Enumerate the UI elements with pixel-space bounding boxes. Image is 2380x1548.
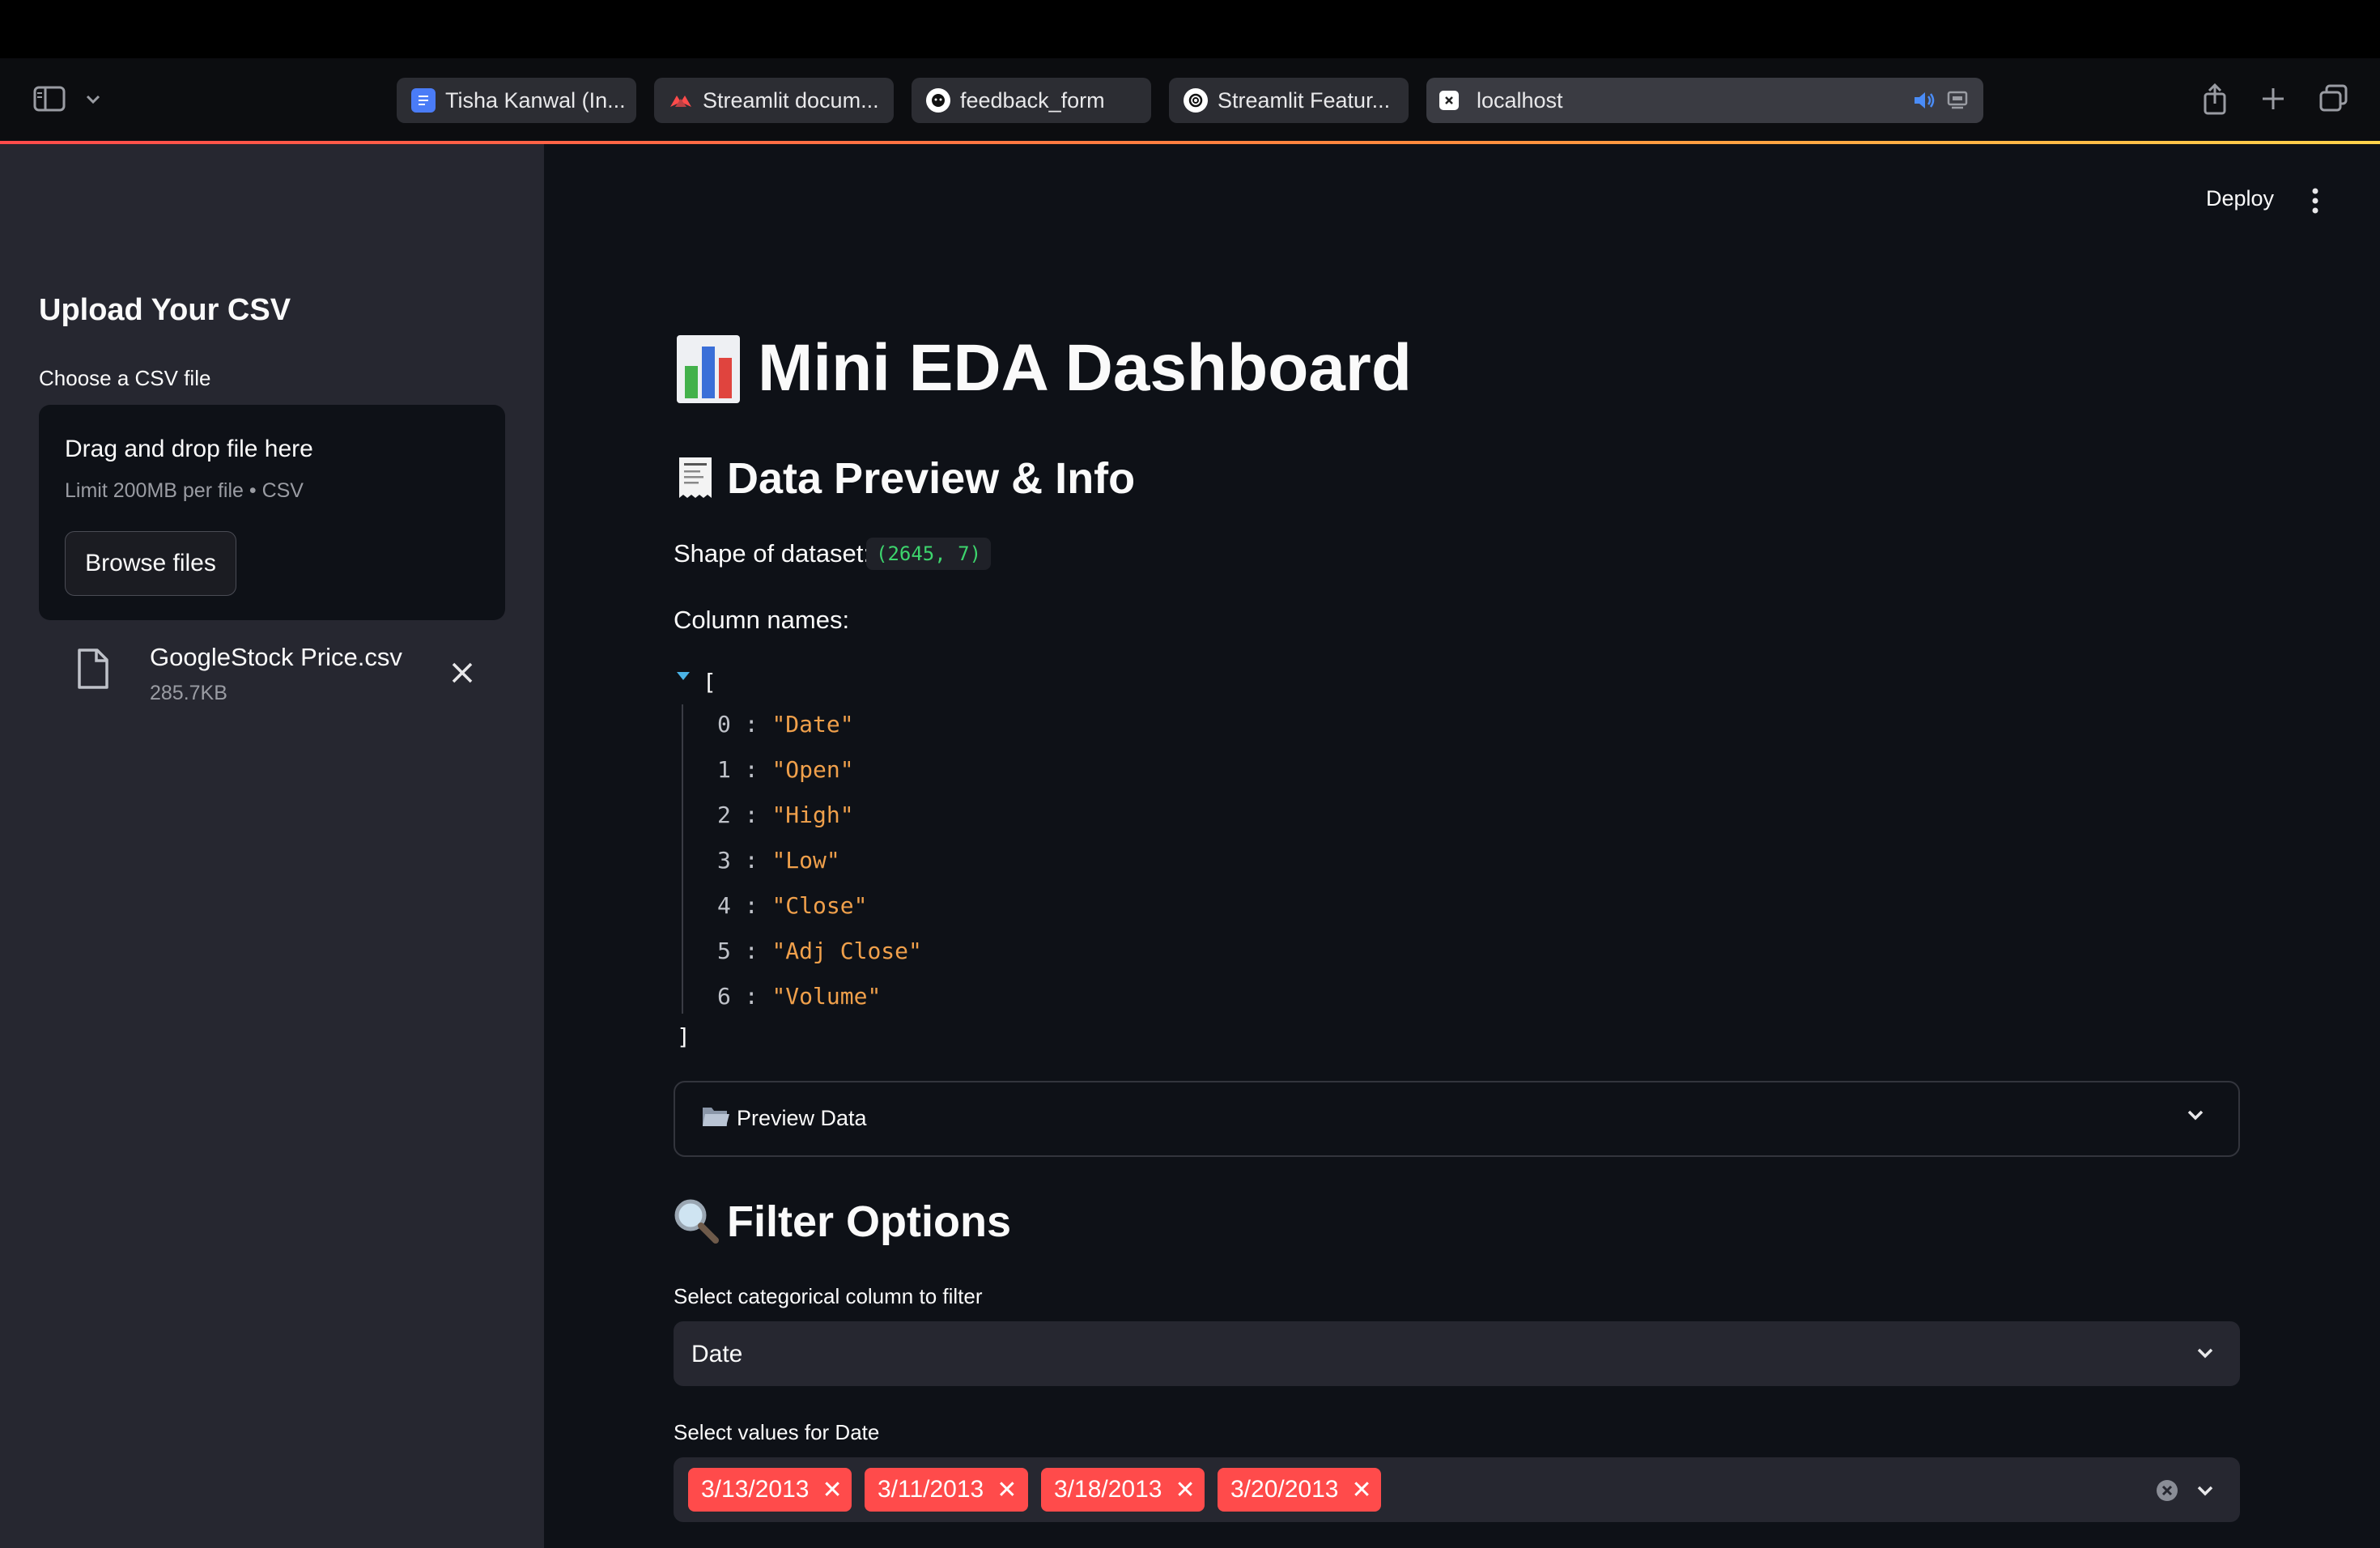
picture-in-picture-icon[interactable] bbox=[1946, 89, 1969, 117]
section-title-data-preview: Data Preview & Info bbox=[727, 454, 1136, 503]
tab-streamlit-docs[interactable]: Streamlit docum... bbox=[654, 78, 894, 123]
bar-chart-emoji-icon bbox=[675, 334, 742, 409]
preview-data-label: Preview Data bbox=[737, 1106, 867, 1130]
remove-chip-icon[interactable]: ✕ bbox=[822, 1476, 842, 1504]
browser-toolbar: Tisha Kanwal (In... Streamlit docum... f… bbox=[0, 58, 2380, 142]
sidebar bbox=[0, 144, 544, 1548]
json-row-1: 1 : "Open" bbox=[717, 756, 854, 783]
json-row-0: 0 : "Date" bbox=[717, 711, 854, 738]
clear-all-icon[interactable] bbox=[2155, 1478, 2179, 1507]
magnifier-emoji-icon bbox=[672, 1197, 720, 1249]
window-top-strip bbox=[0, 0, 2380, 58]
more-options-icon[interactable] bbox=[2309, 186, 2322, 219]
tab-label: feedback_form bbox=[960, 87, 1105, 113]
categorical-select-label: Select categorical column to filter bbox=[674, 1284, 983, 1308]
remove-file-icon[interactable] bbox=[450, 661, 474, 689]
selected-value-chip[interactable]: 3/18/2013 ✕ bbox=[1041, 1468, 1205, 1512]
tab-docs[interactable]: Tisha Kanwal (In... bbox=[397, 78, 636, 123]
json-row-2: 2 : "High" bbox=[717, 802, 854, 828]
share-icon[interactable] bbox=[2199, 81, 2231, 117]
remove-chip-icon[interactable]: ✕ bbox=[1351, 1476, 1371, 1504]
section-title-filter-options: Filter Options bbox=[727, 1197, 1011, 1246]
openai-icon bbox=[1184, 88, 1208, 113]
tab-feedback-form[interactable]: feedback_form bbox=[912, 78, 1151, 123]
tab-label: localhost bbox=[1477, 87, 1563, 113]
json-open-bracket: [ bbox=[703, 669, 716, 695]
uploaded-file-size: 285.7KB bbox=[150, 682, 227, 704]
json-guide-line bbox=[682, 704, 683, 1014]
chevron-down-icon[interactable] bbox=[2195, 1485, 2215, 1502]
file-icon bbox=[76, 648, 110, 694]
tab-overview-icon[interactable] bbox=[2317, 83, 2351, 115]
github-icon bbox=[926, 88, 950, 113]
json-row-6: 6 : "Volume" bbox=[717, 983, 882, 1010]
categorical-select-value: Date bbox=[691, 1341, 743, 1367]
close-box-icon bbox=[1439, 91, 1459, 110]
categorical-column-select[interactable] bbox=[674, 1321, 2240, 1386]
selected-value-chip[interactable]: 3/11/2013 ✕ bbox=[865, 1468, 1028, 1512]
json-close-bracket: ] bbox=[677, 1023, 691, 1050]
json-collapse-caret-icon[interactable] bbox=[675, 670, 691, 686]
selected-value-chip[interactable]: 3/13/2013 ✕ bbox=[688, 1468, 852, 1512]
chevron-down-icon[interactable] bbox=[2195, 1347, 2215, 1364]
tab-label: Tisha Kanwal (In... bbox=[445, 87, 626, 113]
new-tab-icon[interactable] bbox=[2257, 83, 2289, 115]
sidebar-toggle-icon[interactable] bbox=[31, 83, 68, 115]
uploaded-file-name: GoogleStock Price.csv bbox=[150, 643, 402, 671]
values-select-label: Select values for Date bbox=[674, 1420, 880, 1444]
json-row-4: 4 : "Close" bbox=[717, 892, 868, 919]
shape-value: (2645, 7) bbox=[866, 538, 992, 570]
receipt-emoji-icon bbox=[677, 455, 714, 504]
dropzone-limit: Limit 200MB per file • CSV bbox=[65, 479, 304, 502]
tab-label: Streamlit Featur... bbox=[1218, 87, 1391, 113]
remove-chip-icon[interactable]: ✕ bbox=[1175, 1476, 1195, 1504]
folder-emoji-icon bbox=[701, 1104, 730, 1133]
page-title: Mini EDA Dashboard bbox=[758, 331, 1412, 405]
remove-chip-icon[interactable]: ✕ bbox=[997, 1476, 1017, 1504]
docs-icon bbox=[411, 88, 436, 113]
speaker-icon[interactable] bbox=[1912, 89, 1936, 117]
dropzone-text: Drag and drop file here bbox=[65, 436, 313, 462]
tab-localhost[interactable]: localhost bbox=[1426, 78, 1983, 123]
uploader-label: Choose a CSV file bbox=[39, 366, 211, 390]
shape-label: Shape of dataset: bbox=[674, 539, 871, 568]
sidebar-title: Upload Your CSV bbox=[39, 293, 291, 327]
browse-files-button[interactable]: Browse files bbox=[65, 531, 236, 596]
json-row-5: 5 : "Adj Close" bbox=[717, 938, 922, 964]
deploy-button[interactable]: Deploy bbox=[2206, 186, 2274, 211]
json-row-3: 3 : "Low" bbox=[717, 847, 840, 874]
tab-label: Streamlit docum... bbox=[703, 87, 879, 113]
chevron-down-icon[interactable] bbox=[2186, 1109, 2205, 1126]
tab-streamlit-features[interactable]: Streamlit Featur... bbox=[1169, 78, 1409, 123]
preview-data-expander[interactable] bbox=[674, 1081, 2240, 1157]
chevron-down-icon[interactable] bbox=[81, 87, 105, 112]
selected-value-chip[interactable]: 3/20/2013 ✕ bbox=[1218, 1468, 1381, 1512]
streamlit-icon bbox=[669, 88, 693, 113]
columns-label: Column names: bbox=[674, 606, 850, 634]
